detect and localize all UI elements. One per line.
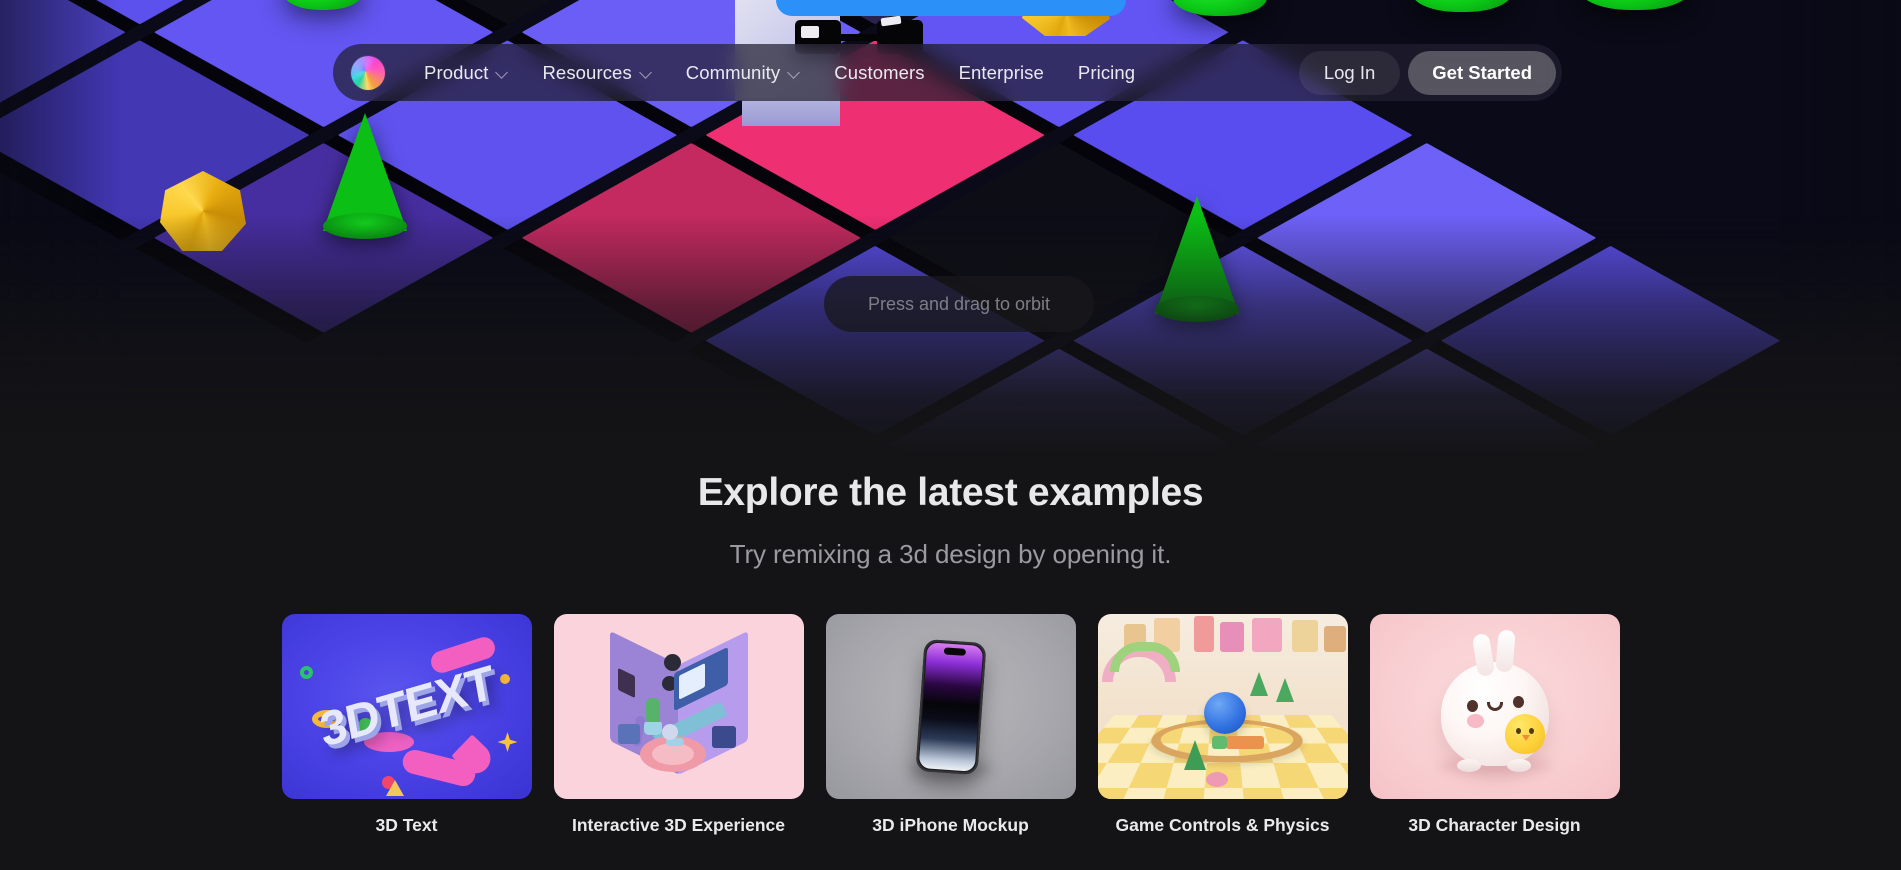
- chevron-down-icon: [497, 67, 508, 78]
- nav-item-label: Enterprise: [958, 61, 1044, 83]
- toy-tree: [1275, 678, 1294, 702]
- example-card-3d-iphone-mockup[interactable]: 3D iPhone Mockup: [825, 614, 1076, 836]
- green-blob: [1412, 0, 1512, 12]
- nav-item-label: Pricing: [1077, 61, 1136, 83]
- iphone-mockup: [914, 638, 987, 775]
- nav-item-enterprise[interactable]: Enterprise: [942, 54, 1061, 92]
- nav-item-community[interactable]: Community: [669, 54, 817, 92]
- green-cone: [1155, 196, 1239, 322]
- green-cone: [323, 113, 407, 239]
- examples-section: Explore the latest examples Try remixing…: [0, 455, 1901, 870]
- nav-item-resources[interactable]: Resources: [525, 54, 668, 92]
- isometric-room-illustration: [604, 630, 754, 782]
- plant-leaves: [645, 697, 660, 724]
- nav-links: Product Resources Community Customers En…: [407, 54, 1299, 92]
- example-card-label: 3D Character Design: [1408, 815, 1581, 835]
- nav-item-product[interactable]: Product: [407, 54, 525, 92]
- example-thumbnail[interactable]: [1369, 614, 1620, 799]
- nav-item-label: Community: [685, 61, 781, 83]
- gradient-sphere-logo-icon[interactable]: [351, 55, 385, 90]
- bunny-ear-left: [1471, 632, 1495, 677]
- toy-block: [1323, 626, 1346, 652]
- nav-item-label: Product: [424, 61, 489, 83]
- chick-character: [1504, 713, 1545, 754]
- example-card-label: Game Controls & Physics: [1115, 815, 1330, 835]
- example-thumbnail[interactable]: [1097, 614, 1348, 799]
- example-card-label: 3D Text: [375, 815, 438, 835]
- example-card-3d-text[interactable]: 3DTEXT 3D Text: [281, 614, 532, 836]
- nav-actions: Log In Get Started: [1298, 50, 1556, 95]
- bunny-cheek-blush: [1466, 713, 1484, 728]
- nav-item-label: Resources: [542, 61, 632, 83]
- example-card-game-controls-physics[interactable]: Game Controls & Physics: [1097, 614, 1348, 836]
- chick-eye-left: [1515, 727, 1521, 734]
- pink-toy-blob: [1205, 772, 1228, 787]
- gold-cone-shape: [385, 780, 404, 796]
- examples-card-grid: 3DTEXT 3D Text Interactive 3D Experience…: [0, 614, 1901, 836]
- example-thumbnail[interactable]: 3DTEXT: [281, 614, 532, 799]
- orbit-hint-tooltip: Press and drag to orbit: [824, 276, 1094, 332]
- chevron-down-icon: [789, 67, 800, 78]
- storage-box: [711, 725, 736, 748]
- gold-dot-shape: [499, 674, 510, 684]
- examples-title: Explore the latest examples: [697, 471, 1204, 514]
- blue-ball: [1203, 692, 1246, 734]
- bunny-mouth: [1486, 701, 1503, 711]
- bunny-character: [1440, 629, 1549, 772]
- nav-item-label: Customers: [834, 61, 925, 83]
- example-card-3d-character-design[interactable]: 3D Character Design: [1369, 614, 1620, 836]
- amplifier: [617, 723, 640, 744]
- orbit-hint-label: Press and drag to orbit: [867, 293, 1051, 314]
- green-blob: [1580, 0, 1690, 10]
- plant-pot: [643, 721, 662, 735]
- toy-block: [1219, 622, 1244, 652]
- gold-star-shape: [497, 732, 518, 752]
- nav-item-customers[interactable]: Customers: [817, 54, 941, 92]
- scene-tile: [1440, 245, 1781, 436]
- bunny-ear-right: [1494, 629, 1516, 673]
- wall-record: [663, 653, 681, 671]
- bunny-eye-right: [1512, 695, 1524, 708]
- chick-beak: [1521, 734, 1530, 741]
- nav-item-pricing[interactable]: Pricing: [1061, 54, 1152, 92]
- blue-panel-prop: [776, 0, 1126, 16]
- phone-notch: [943, 646, 966, 656]
- example-card-interactive-3d-experience[interactable]: Interactive 3D Experience: [553, 614, 804, 836]
- toy-block: [1193, 616, 1214, 652]
- toy-block: [1291, 620, 1318, 652]
- login-button[interactable]: Log In: [1298, 50, 1401, 95]
- toy-train: [1211, 736, 1264, 749]
- chick-eye-right: [1528, 727, 1534, 734]
- toy-block: [1251, 618, 1282, 652]
- main-navbar: Product Resources Community Customers En…: [333, 44, 1562, 101]
- example-card-label: 3D iPhone Mockup: [872, 815, 1029, 835]
- floor-ball: [661, 723, 678, 740]
- toy-tree: [1249, 672, 1268, 696]
- white-block-prop: [742, 98, 840, 126]
- bunny-foot-right: [1506, 758, 1531, 772]
- bunny-eye-left: [1466, 699, 1478, 712]
- toy-tree: [1183, 740, 1206, 770]
- page-root: Press and drag to orbit Product Resource…: [0, 0, 1901, 870]
- phone-screen: [918, 641, 983, 772]
- bunny-foot-left: [1456, 758, 1481, 772]
- example-thumbnail[interactable]: [553, 614, 804, 799]
- green-ring-shape: [299, 666, 313, 679]
- example-card-label: Interactive 3D Experience: [571, 815, 786, 835]
- examples-subtitle: Try remixing a 3d design by opening it.: [729, 539, 1172, 569]
- get-started-button[interactable]: Get Started: [1408, 50, 1556, 95]
- chevron-down-icon: [641, 67, 652, 78]
- example-thumbnail[interactable]: [825, 614, 1076, 799]
